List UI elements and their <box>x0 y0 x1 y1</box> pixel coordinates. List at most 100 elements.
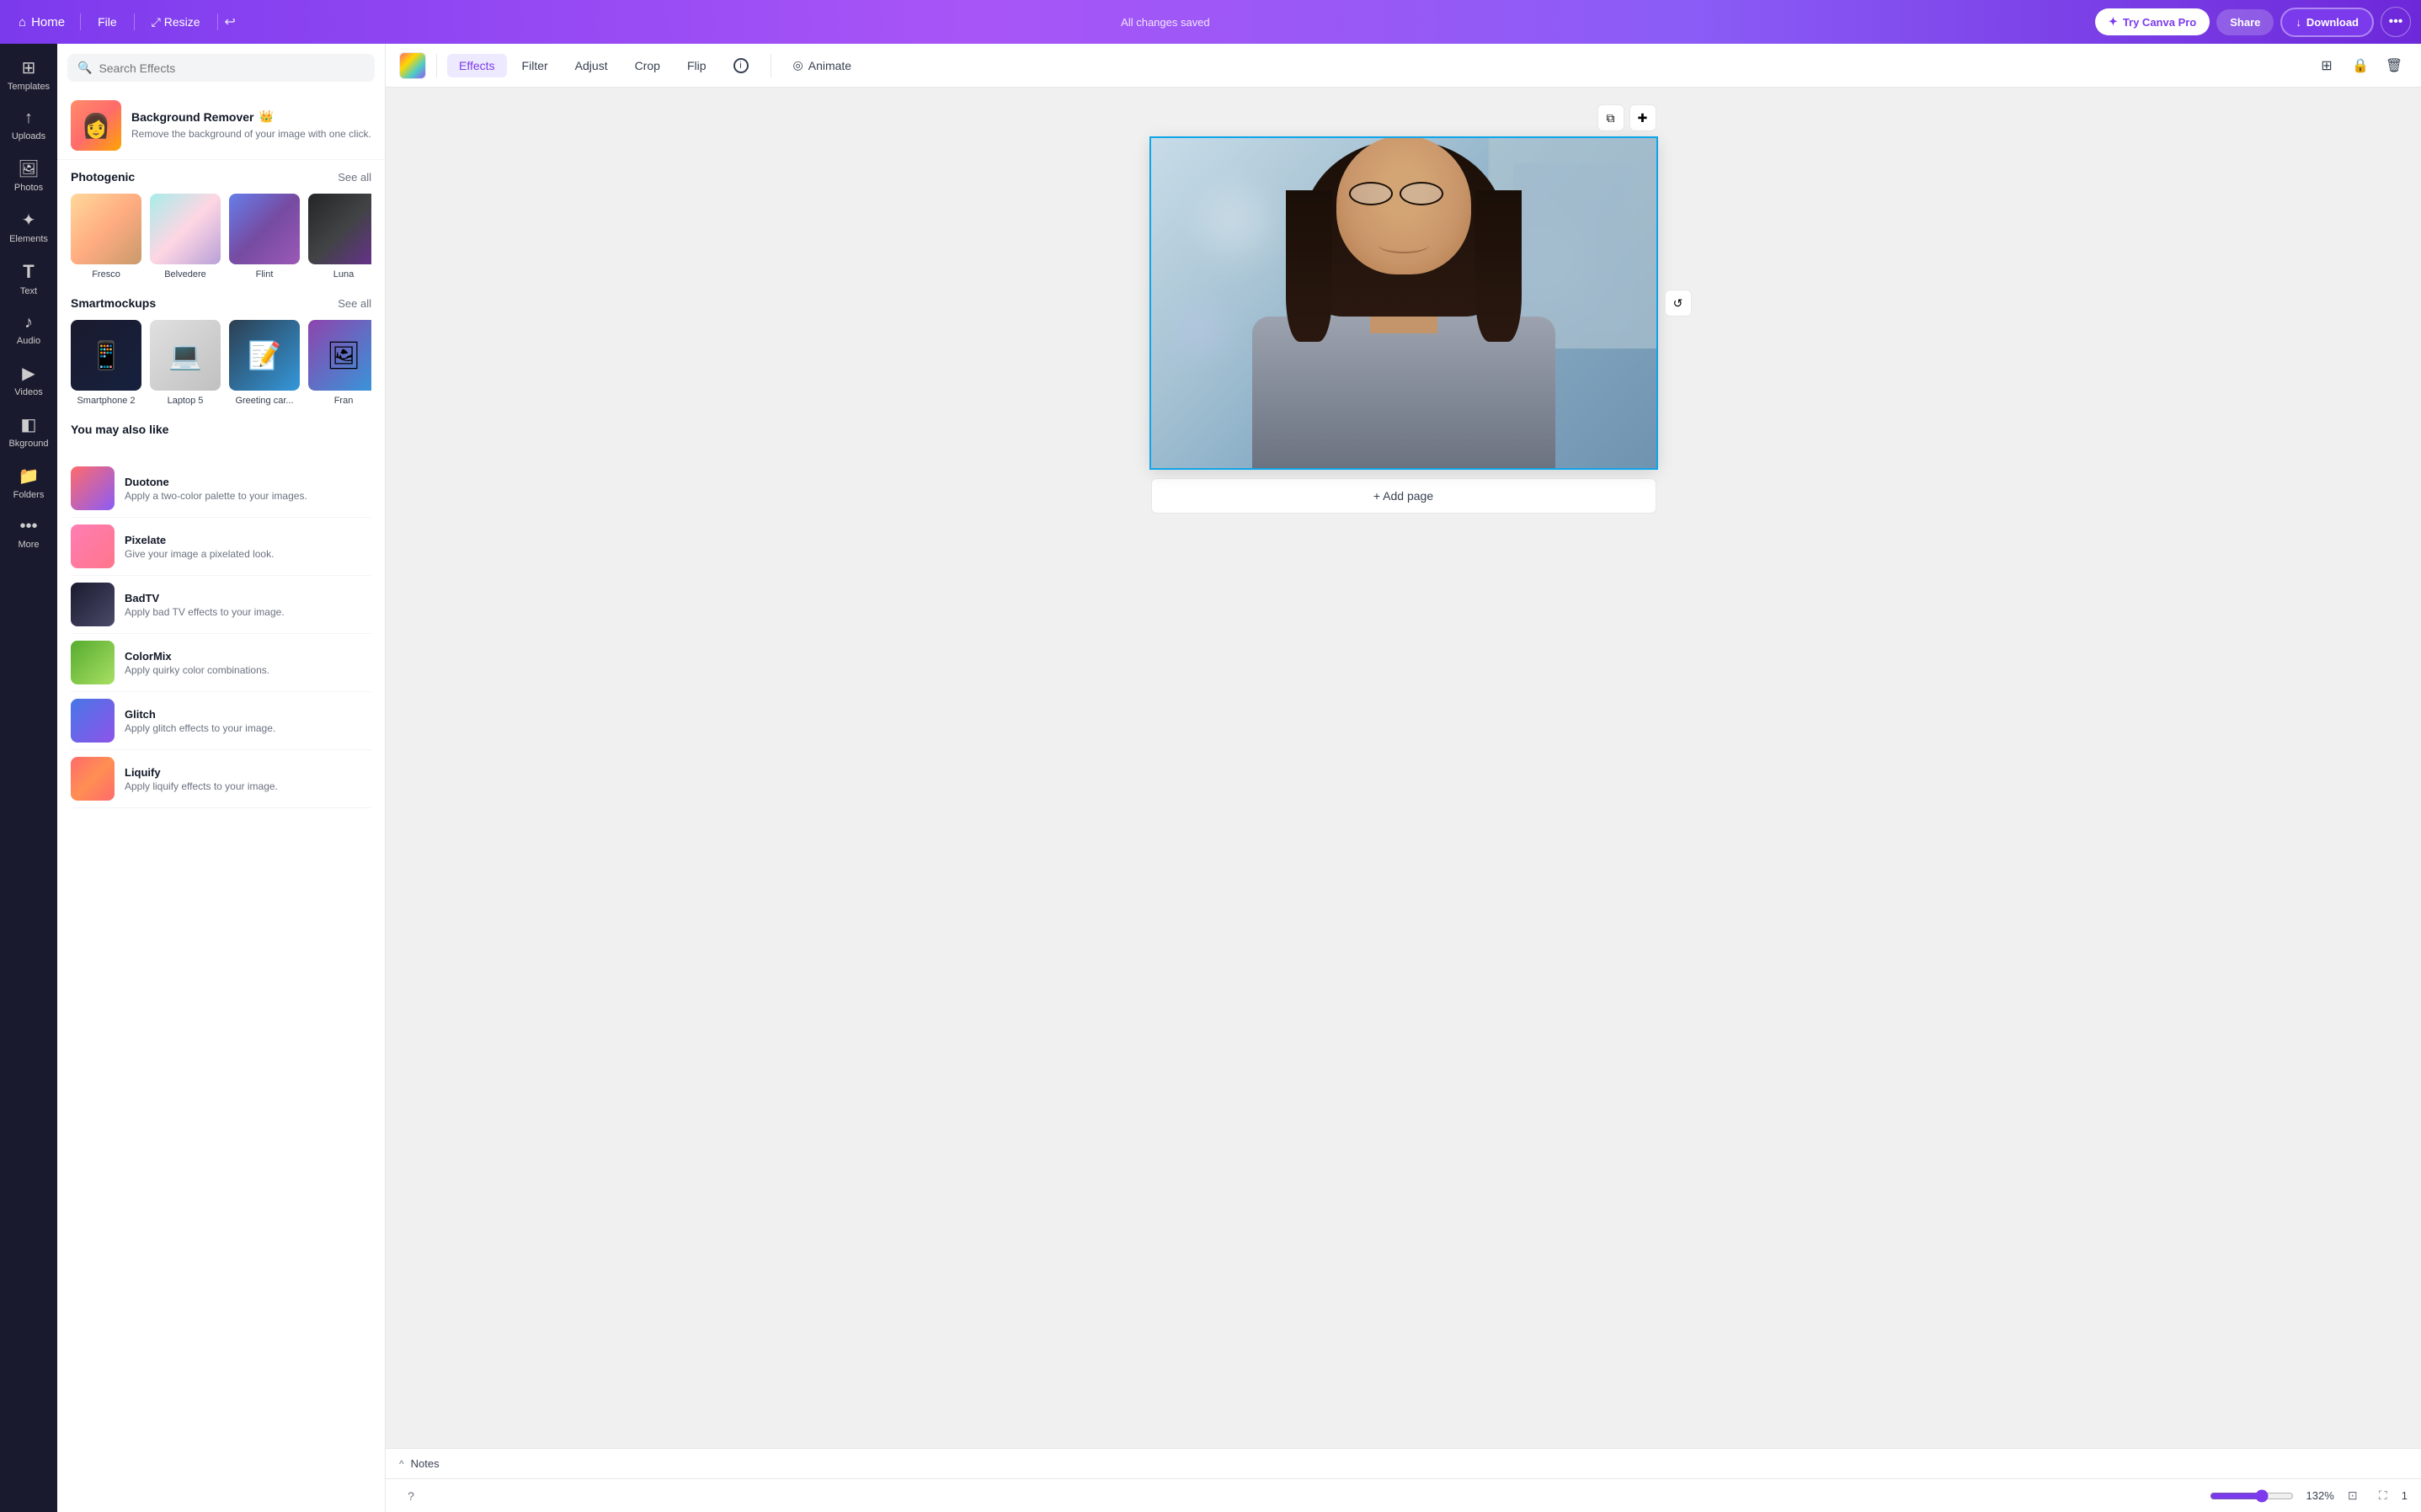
effect-luna[interactable]: Luna <box>308 194 371 280</box>
mockup-fran[interactable]: 🖼 Fran <box>308 320 371 406</box>
resize-icon: ⤢ <box>152 15 161 29</box>
add-page-bar[interactable]: + Add page <box>1151 478 1656 514</box>
search-input[interactable] <box>99 61 365 75</box>
sidebar-item-photos[interactable]: 🖼 Photos <box>3 152 54 200</box>
filter-toolbar-button[interactable]: Filter <box>510 54 560 77</box>
pixelate-info: Pixelate Give your image a pixelated loo… <box>125 534 274 560</box>
colormix-thumbnail <box>71 641 115 684</box>
notes-label: Notes <box>411 1457 440 1470</box>
mockup-smartphone2[interactable]: 📱 Smartphone 2 <box>71 320 141 406</box>
crown-icon: 👑 <box>259 109 273 124</box>
fullscreen-icon: ⛶ <box>2379 1488 2387 1503</box>
canvas-refresh-button[interactable]: ↺ <box>1665 290 1692 317</box>
fit-page-button[interactable]: ⊡ <box>2341 1484 2365 1508</box>
mockup-greeting-card[interactable]: 📝 Greeting car... <box>229 320 300 406</box>
elements-icon: ✦ <box>22 210 36 231</box>
smile-shape <box>1378 237 1429 253</box>
liquify-description: Apply liquify effects to your image. <box>125 780 278 792</box>
try-canva-pro-button[interactable]: ✦ Try Canva Pro <box>2095 8 2210 35</box>
resize-button[interactable]: ⤢ Resize <box>141 10 211 35</box>
bg-remover-item[interactable]: 👩 Background Remover 👑 Remove the backgr… <box>57 92 385 160</box>
suggestion-glitch[interactable]: Glitch Apply glitch effects to your imag… <box>71 692 371 750</box>
animate-toolbar-button[interactable]: ◎ Animate <box>781 53 864 77</box>
page-indicator: 1 <box>2402 1489 2408 1502</box>
flip-toolbar-button[interactable]: Flip <box>675 54 718 77</box>
suggestion-colormix[interactable]: ColorMix Apply quirky color combinations… <box>71 634 371 692</box>
delete-button[interactable]: 🗑 <box>2381 52 2408 79</box>
duotone-info: Duotone Apply a two-color palette to you… <box>125 476 307 502</box>
smartmockups-grid: 📱 Smartphone 2 💻 Laptop 5 📝 Greeting car… <box>71 320 371 406</box>
videos-icon: ▶ <box>22 363 35 384</box>
effect-belvedere[interactable]: Belvedere <box>150 194 221 280</box>
belvedere-thumbnail <box>150 194 221 264</box>
adjust-toolbar-button[interactable]: Adjust <box>563 54 620 77</box>
info-toolbar-button[interactable]: i <box>722 53 760 78</box>
canvas-frame[interactable] <box>1151 138 1656 468</box>
crop-toolbar-button[interactable]: Crop <box>623 54 672 77</box>
zoom-level: 132% <box>2301 1489 2334 1502</box>
effect-fresco[interactable]: Fresco <box>71 194 141 280</box>
canvas-add-button[interactable]: ✚ <box>1629 104 1656 131</box>
photogenic-title: Photogenic <box>71 170 135 184</box>
smartmockups-see-all[interactable]: See all <box>338 297 371 310</box>
sidebar-item-bkground[interactable]: ◧ Bkground <box>3 407 54 455</box>
glitch-info: Glitch Apply glitch effects to your imag… <box>125 708 275 734</box>
laptop5-thumbnail: 💻 <box>150 320 221 391</box>
topbar-divider-2 <box>134 13 135 30</box>
photogenic-see-all[interactable]: See all <box>338 171 371 184</box>
color-swatch[interactable] <box>399 52 426 79</box>
photogenic-header: Photogenic See all <box>71 170 371 184</box>
colormix-name: ColorMix <box>125 650 269 663</box>
zoom-slider[interactable] <box>2210 1489 2294 1503</box>
secondary-toolbar: Effects Filter Adjust Crop Flip i ◎ Anim… <box>386 44 2421 88</box>
toolbar-divider-1 <box>436 54 437 77</box>
sidebar-item-elements[interactable]: ✦ Elements <box>3 203 54 251</box>
pixelate-name: Pixelate <box>125 534 274 546</box>
suggestion-duotone[interactable]: Duotone Apply a two-color palette to you… <box>71 460 371 518</box>
undo-button[interactable]: ↩ <box>225 13 236 30</box>
sidebar-item-text[interactable]: T Text <box>3 254 54 303</box>
canvas-copy-button[interactable]: ⧉ <box>1597 104 1624 131</box>
bokeh-2 <box>1176 306 1227 357</box>
lock-icon: 🔒 <box>2352 57 2369 74</box>
lock-button[interactable]: 🔒 <box>2347 52 2374 79</box>
face-shape <box>1336 138 1471 274</box>
effect-flint[interactable]: Flint <box>229 194 300 280</box>
effects-toolbar-button[interactable]: Effects <box>447 54 507 77</box>
fullscreen-button[interactable]: ⛶ <box>2371 1484 2395 1508</box>
liquify-info: Liquify Apply liquify effects to your im… <box>125 766 278 792</box>
flint-thumbnail <box>229 194 300 264</box>
you-may-also-like-header: You may also like <box>71 423 371 436</box>
right-lens <box>1400 182 1443 205</box>
file-button[interactable]: File <box>88 10 127 34</box>
fran-label: Fran <box>334 396 354 406</box>
mockup-laptop5[interactable]: 💻 Laptop 5 <box>150 320 221 406</box>
sidebar-item-audio[interactable]: ♪ Audio <box>3 306 54 353</box>
luna-thumbnail <box>308 194 371 264</box>
help-button[interactable]: ? <box>399 1484 423 1508</box>
notes-chevron-icon[interactable]: ^ <box>399 1458 404 1470</box>
sidebar-item-folders[interactable]: 📁 Folders <box>3 459 54 507</box>
sidebar-item-more[interactable]: ••• More <box>3 510 54 556</box>
sidebar-item-uploads[interactable]: ↑ Uploads <box>3 102 54 148</box>
liquify-thumbnail <box>71 757 115 801</box>
suggestion-badtv[interactable]: BadTV Apply bad TV effects to your image… <box>71 576 371 634</box>
grid-view-button[interactable]: ⊞ <box>2313 52 2340 79</box>
left-lens <box>1349 182 1393 205</box>
canvas-content-area: ⧉ ✚ <box>386 88 2421 1448</box>
suggestion-pixelate[interactable]: Pixelate Give your image a pixelated loo… <box>71 518 371 576</box>
suggestion-liquify[interactable]: Liquify Apply liquify effects to your im… <box>71 750 371 808</box>
more-options-button[interactable]: ••• <box>2381 7 2411 37</box>
sidebar-item-templates[interactable]: ⊞ Templates <box>3 51 54 98</box>
share-button[interactable]: Share <box>2216 9 2274 35</box>
left-hair <box>1286 190 1332 342</box>
download-button[interactable]: ↓ Download <box>2280 8 2374 37</box>
bkground-icon: ◧ <box>21 414 37 435</box>
text-icon: T <box>23 261 34 283</box>
glitch-thumbnail <box>71 699 115 743</box>
bg-remover-title: Background Remover 👑 <box>131 109 371 124</box>
home-button[interactable]: ⌂ Home <box>10 10 73 35</box>
effects-panel: 🔍 👩 Background Remover 👑 Remove the back… <box>57 44 386 1512</box>
main-area: ⊞ Templates ↑ Uploads 🖼 Photos ✦ Element… <box>0 44 2421 1512</box>
sidebar-item-videos[interactable]: ▶ Videos <box>3 356 54 404</box>
